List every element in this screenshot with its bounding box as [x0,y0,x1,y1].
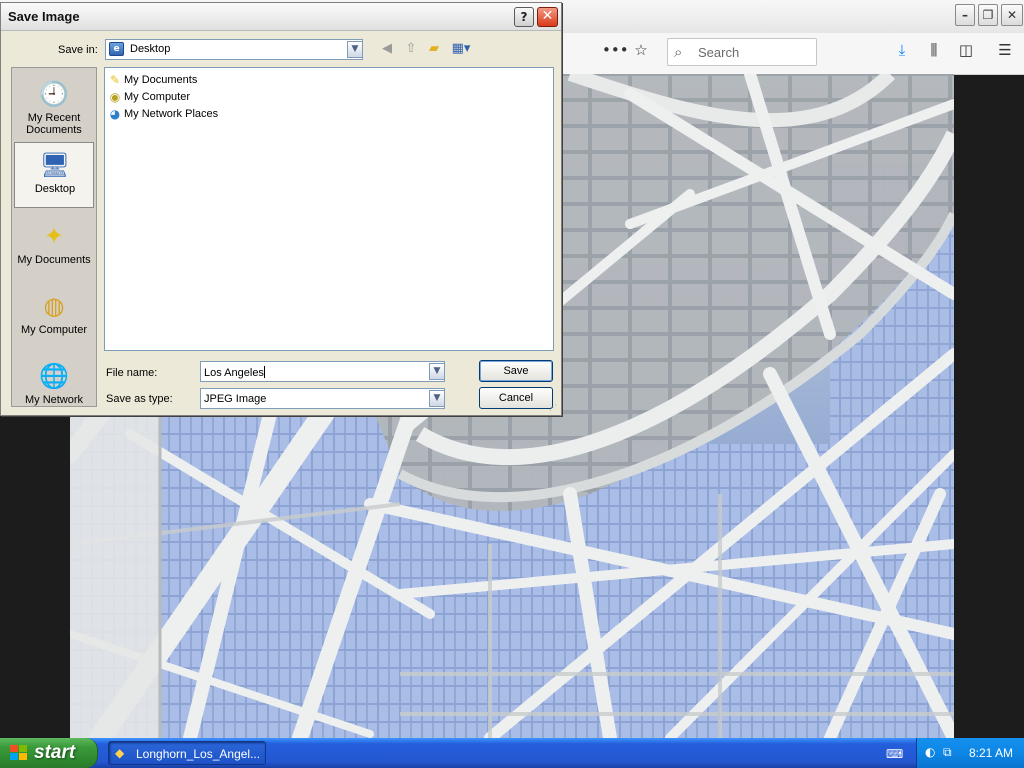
folder-documents-icon: ✎ [109,73,121,87]
my-network-icon: 🌐 [39,362,69,390]
library-icon[interactable]: ⫼ [922,41,946,65]
place-my-computer[interactable]: ◍ My Computer [14,284,94,350]
save-as-type-value: JPEG Image [204,393,267,405]
chevron-down-icon[interactable]: ▼ [347,41,363,58]
my-computer-icon: ◍ [43,292,65,320]
minimize-button[interactable]: – [955,4,975,26]
place-label: My Recent Documents [26,112,82,136]
search-icon: ⌕ [674,43,683,61]
file-name-label: File name: [106,367,158,379]
desktop-icon: e [109,42,124,56]
place-label: My Network [24,394,84,406]
place-label: Desktop [34,183,76,195]
cancel-button[interactable]: Cancel [479,387,553,409]
chevron-down-icon[interactable]: ▼ [429,363,445,380]
windows-logo-icon [10,745,27,760]
restore-button[interactable]: ❐ [978,4,998,26]
security-icon[interactable]: ◐ [925,745,935,759]
file-item-label: My Computer [124,91,191,103]
taskbar-item-label: Longhorn_Los_Angel... [136,747,261,761]
up-folder-icon[interactable]: ⇧ [402,41,420,59]
save-button[interactable]: Save [479,360,553,382]
system-tray: ◐ ⧉ 8:21 AM [916,738,1024,768]
my-documents-icon: ✦ [43,222,65,250]
download-icon[interactable]: ⤓ [890,41,914,65]
resize-grip-icon[interactable]: ⋰ [549,403,557,412]
search-placeholder: Search [698,45,740,60]
keyboard-icon[interactable]: ⌨ [886,747,903,761]
save-in-dropdown[interactable]: e Desktop ▼ [105,39,363,60]
save-in-label: Save in: [58,44,98,56]
file-item-label: My Documents [124,74,198,86]
file-list[interactable]: ✎ My Documents ◉ My Computer ◕ My Networ… [104,67,554,351]
file-item-label: My Network Places [124,108,219,120]
place-label: My Documents [17,254,91,266]
network-tray-icon[interactable]: ⧉ [943,745,952,760]
start-label: start [34,742,76,763]
computer-icon: ◉ [109,90,121,104]
save-in-value: Desktop [130,43,171,55]
view-menu-icon[interactable]: ▦▾ [449,41,473,59]
desktop-icon: 🖥 [39,151,71,179]
network-icon: ◕ [109,107,121,121]
save-image-dialog: Save Image ? ✕ Save in: e Desktop ▼ ◀ ⇧ … [0,2,562,416]
search-input[interactable]: ⌕ Search [667,38,817,66]
place-my-network[interactable]: 🌐 My Network [14,354,94,420]
dialog-titlebar: Save Image ? ✕ [1,3,561,31]
help-button[interactable]: ? [514,7,534,27]
dialog-title: Save Image [8,9,80,24]
place-my-documents[interactable]: ✦ My Documents [14,214,94,280]
chevron-down-icon[interactable]: ▼ [429,390,445,407]
sidebar-icon[interactable]: ◫ [954,41,978,65]
more-icon[interactable]: ••• [602,41,629,65]
start-button[interactable]: start [0,738,98,768]
place-desktop[interactable]: 🖥 Desktop [14,142,94,208]
menu-icon[interactable]: ☰ [993,41,1017,65]
browser-app-icon: ◆ [115,746,125,760]
save-as-type-dropdown[interactable]: JPEG Image ▼ [200,388,445,409]
browser-close-button[interactable]: ✕ [1001,4,1023,26]
taskbar-item[interactable]: ◆ Longhorn_Los_Angel... [108,741,266,765]
new-folder-icon[interactable]: ▰ [425,41,443,59]
file-name-field[interactable]: Los Angeles ▼ [200,361,445,382]
taskbar: start ◆ Longhorn_Los_Angel... ⌨ ◐ ⧉ 8:21… [0,738,1024,768]
clock: 8:21 AM [969,746,1014,760]
place-label: My Computer [20,324,88,336]
recent-documents-icon: 🕘 [39,80,69,108]
back-icon[interactable]: ◀ [378,41,396,59]
star-icon[interactable]: ☆ [629,41,653,65]
save-as-type-label: Save as type: [106,393,173,405]
place-recent-documents[interactable]: 🕘 My Recent Documents [14,72,94,138]
file-name-value: Los Angeles [204,366,265,379]
close-button[interactable]: ✕ [537,7,558,27]
places-bar: 🕘 My Recent Documents 🖥 Desktop ✦ My Doc… [11,67,97,407]
